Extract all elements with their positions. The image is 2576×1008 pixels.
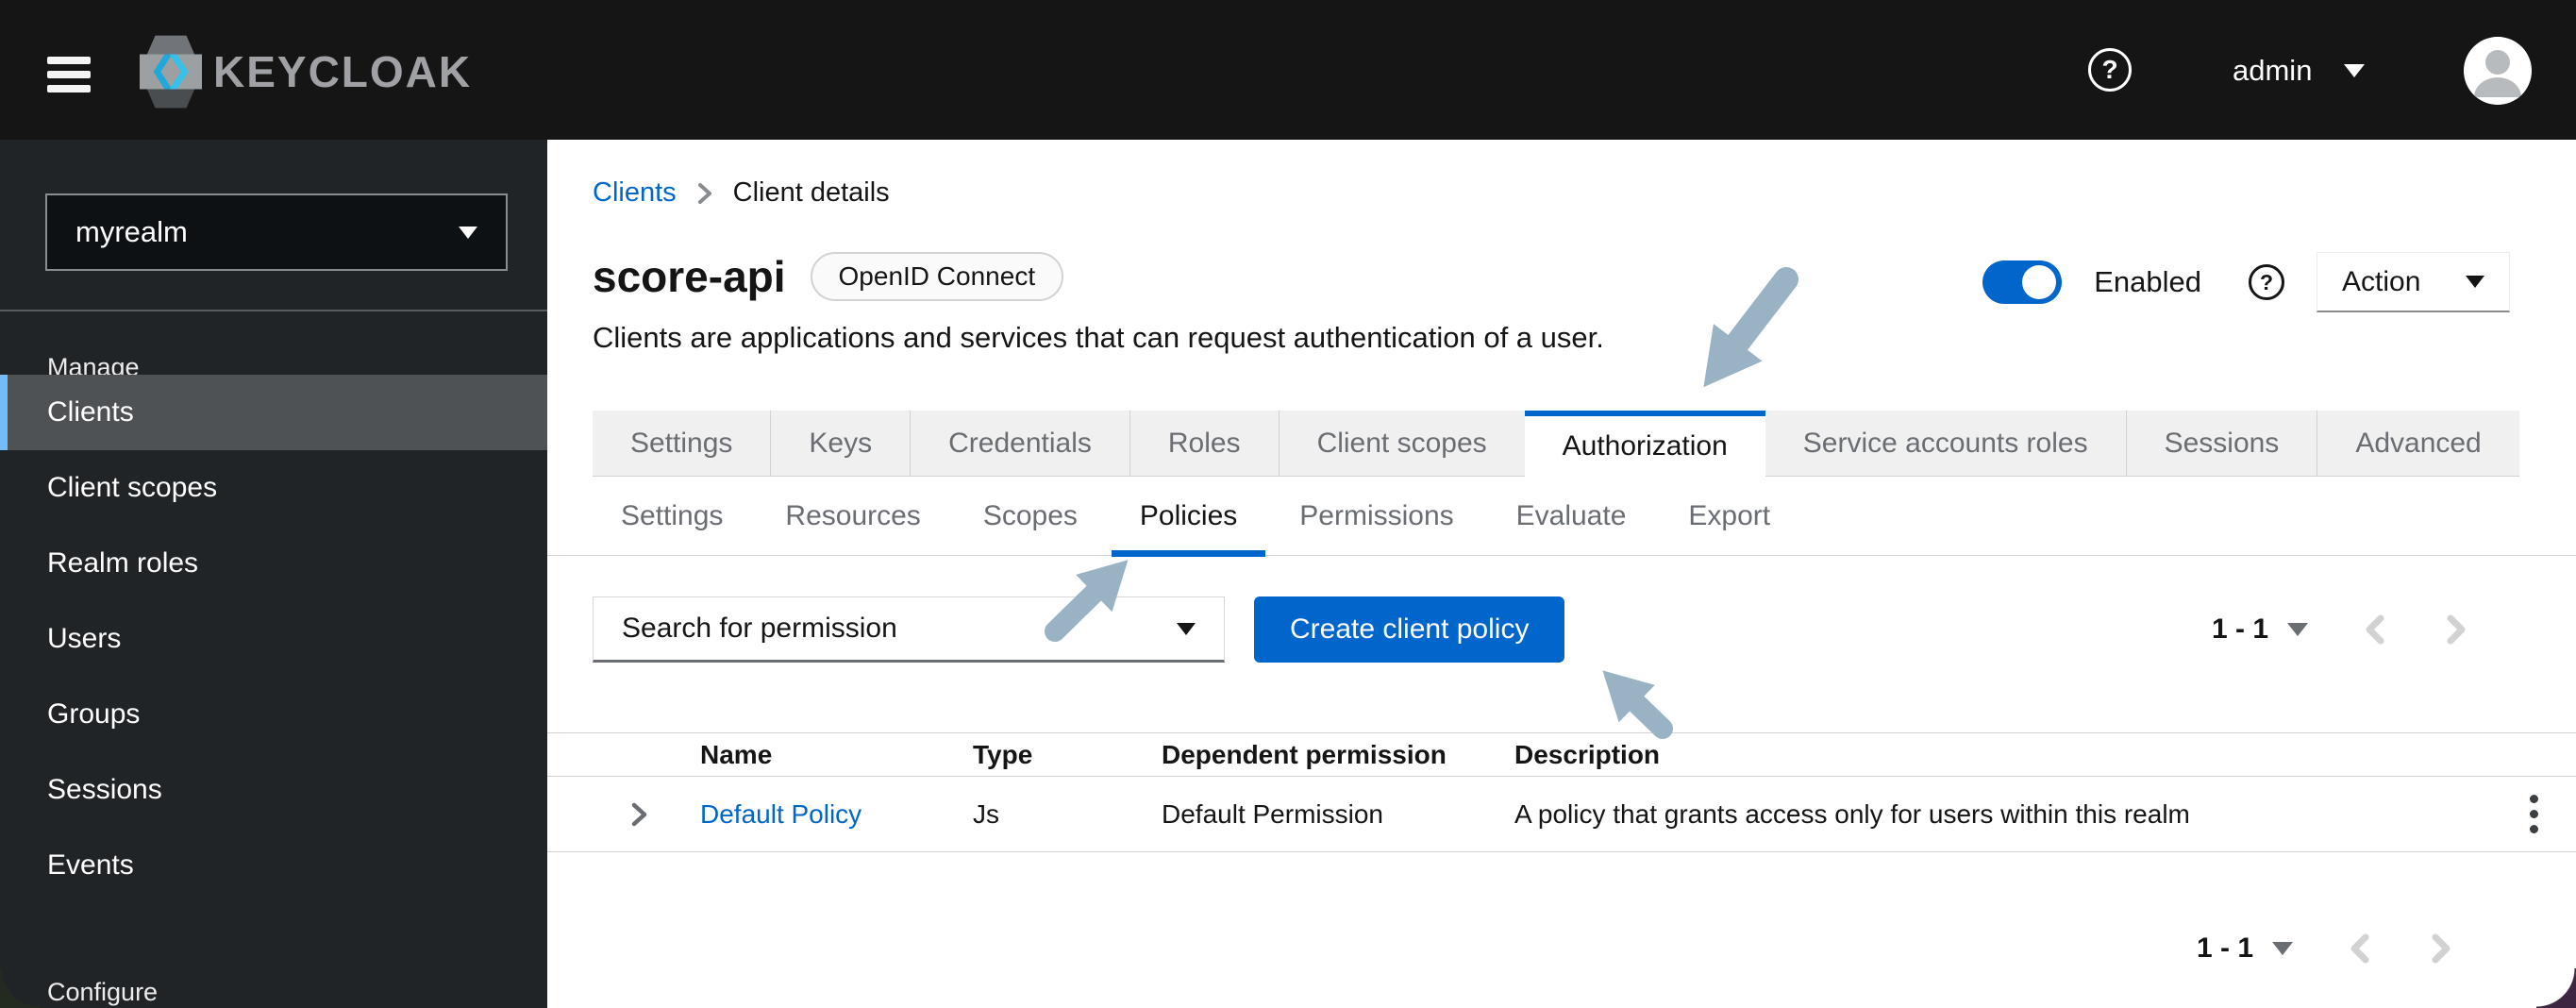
breadcrumb: Clients Client details: [593, 177, 890, 209]
pagination-range: 1 - 1: [2212, 613, 2268, 646]
chevron-down-icon: [1177, 623, 1196, 635]
masthead: KEYCLOAK ? admin: [0, 0, 2576, 140]
chevron-down-icon[interactable]: [2272, 942, 2293, 955]
main-content: Clients Client details score-api OpenID …: [547, 140, 2576, 1008]
tab-keys[interactable]: Keys: [770, 411, 910, 477]
brand-text: KEYCLOAK: [213, 46, 472, 97]
pagination-bottom: 1 - 1: [2197, 916, 2455, 982]
sidebar-divider: [0, 310, 547, 311]
chevron-right-icon: [695, 180, 714, 207]
sidebar: myrealm Manage Clients Client scopes Rea…: [0, 140, 547, 1008]
avatar[interactable]: [2464, 37, 2532, 105]
tab-credentials[interactable]: Credentials: [910, 411, 1129, 477]
sidebar-item-client-scopes[interactable]: Client scopes: [0, 450, 547, 526]
kebab-menu-icon[interactable]: [2530, 795, 2538, 833]
keycloak-logo-icon: [140, 34, 202, 109]
column-type: Type: [973, 740, 1162, 770]
policies-table: Name Type Dependent permission Descripti…: [547, 732, 2576, 852]
action-label: Action: [2342, 266, 2420, 298]
client-controls: Enabled ? Action: [1982, 251, 2510, 313]
chevron-down-icon: [2466, 276, 2484, 288]
next-page-icon[interactable]: [2442, 611, 2470, 648]
policy-name-link[interactable]: Default Policy: [700, 799, 973, 830]
breadcrumb-clients-link[interactable]: Clients: [593, 177, 677, 209]
client-header: score-api OpenID Connect: [593, 251, 1063, 302]
column-name: Name: [700, 740, 973, 770]
username: admin: [2233, 54, 2312, 88]
protocol-badge: OpenID Connect: [811, 252, 1064, 301]
create-client-policy-button[interactable]: Create client policy: [1254, 596, 1564, 663]
breadcrumb-current: Client details: [733, 177, 890, 209]
sidebar-item-events[interactable]: Events: [0, 828, 547, 903]
tab-client-scopes[interactable]: Client scopes: [1279, 411, 1525, 477]
pagination-range: 1 - 1: [2197, 932, 2253, 965]
authorization-subtabs: Settings Resources Scopes Policies Permi…: [547, 477, 2576, 556]
previous-page-icon[interactable]: [2361, 611, 2389, 648]
previous-page-icon[interactable]: [2346, 930, 2374, 967]
realm-name: myrealm: [75, 215, 188, 249]
next-page-icon[interactable]: [2427, 930, 2455, 967]
tab-sessions[interactable]: Sessions: [2126, 411, 2317, 477]
subtab-evaluate[interactable]: Evaluate: [1488, 477, 1655, 556]
table-row: Default Policy Js Default Permission A p…: [547, 777, 2576, 852]
subtab-policies[interactable]: Policies: [1112, 477, 1265, 556]
client-description: Clients are applications and services th…: [593, 321, 1604, 355]
realm-selector[interactable]: myrealm: [45, 193, 508, 271]
policy-dependent-permission: Default Permission: [1162, 799, 1514, 830]
tab-settings[interactable]: Settings: [593, 411, 770, 477]
sidebar-nav: Clients Client scopes Realm roles Users …: [0, 375, 547, 903]
tab-service-accounts-roles[interactable]: Service accounts roles: [1765, 411, 2126, 477]
search-placeholder: Search for permission: [622, 613, 897, 645]
keycloak-logo: KEYCLOAK: [140, 34, 472, 109]
sidebar-item-sessions[interactable]: Sessions: [0, 752, 547, 828]
action-dropdown[interactable]: Action: [2317, 252, 2510, 312]
search-input[interactable]: Search for permission: [593, 596, 1225, 663]
policy-description: A policy that grants access only for use…: [1514, 799, 2491, 830]
tab-authorization[interactable]: Authorization: [1525, 411, 1765, 477]
subtab-scopes[interactable]: Scopes: [955, 477, 1106, 556]
table-header: Name Type Dependent permission Descripti…: [547, 732, 2576, 777]
nav-toggle-hamburger-icon[interactable]: [47, 57, 91, 92]
pagination-top: 1 - 1: [2212, 596, 2470, 663]
help-icon[interactable]: ?: [2088, 48, 2132, 92]
chevron-down-icon: [459, 227, 477, 239]
column-description: Description: [1514, 740, 2491, 770]
column-dependent-permission: Dependent permission: [1162, 740, 1514, 770]
user-dropdown[interactable]: admin: [2233, 51, 2365, 91]
sidebar-item-users[interactable]: Users: [0, 601, 547, 677]
help-icon[interactable]: ?: [2249, 264, 2284, 300]
sidebar-item-clients[interactable]: Clients: [0, 375, 547, 450]
expand-row-icon[interactable]: [547, 800, 700, 829]
enabled-label: Enabled: [2094, 265, 2201, 299]
subtab-settings[interactable]: Settings: [593, 477, 751, 556]
sidebar-item-groups[interactable]: Groups: [0, 677, 547, 752]
policies-toolbar: Search for permission Create client poli…: [593, 596, 1564, 663]
policy-type: Js: [973, 799, 1162, 830]
sidebar-item-realm-roles[interactable]: Realm roles: [0, 526, 547, 601]
nav-section-configure: Configure: [47, 978, 158, 1007]
enabled-toggle[interactable]: [1982, 260, 2062, 304]
subtab-permissions[interactable]: Permissions: [1271, 477, 1481, 556]
chevron-down-icon[interactable]: [2287, 623, 2308, 636]
page-title: score-api: [593, 251, 786, 302]
toggle-knob: [2022, 265, 2056, 299]
tab-roles[interactable]: Roles: [1129, 411, 1279, 477]
client-tabs: Settings Keys Credentials Roles Client s…: [593, 411, 2519, 477]
keycloak-admin-console: KEYCLOAK ? admin myrealm Manage Clients …: [0, 0, 2576, 1008]
subtab-resources[interactable]: Resources: [757, 477, 948, 556]
subtab-export[interactable]: Export: [1660, 477, 1798, 556]
tab-advanced[interactable]: Advanced: [2317, 411, 2518, 477]
chevron-down-icon: [2344, 64, 2365, 77]
